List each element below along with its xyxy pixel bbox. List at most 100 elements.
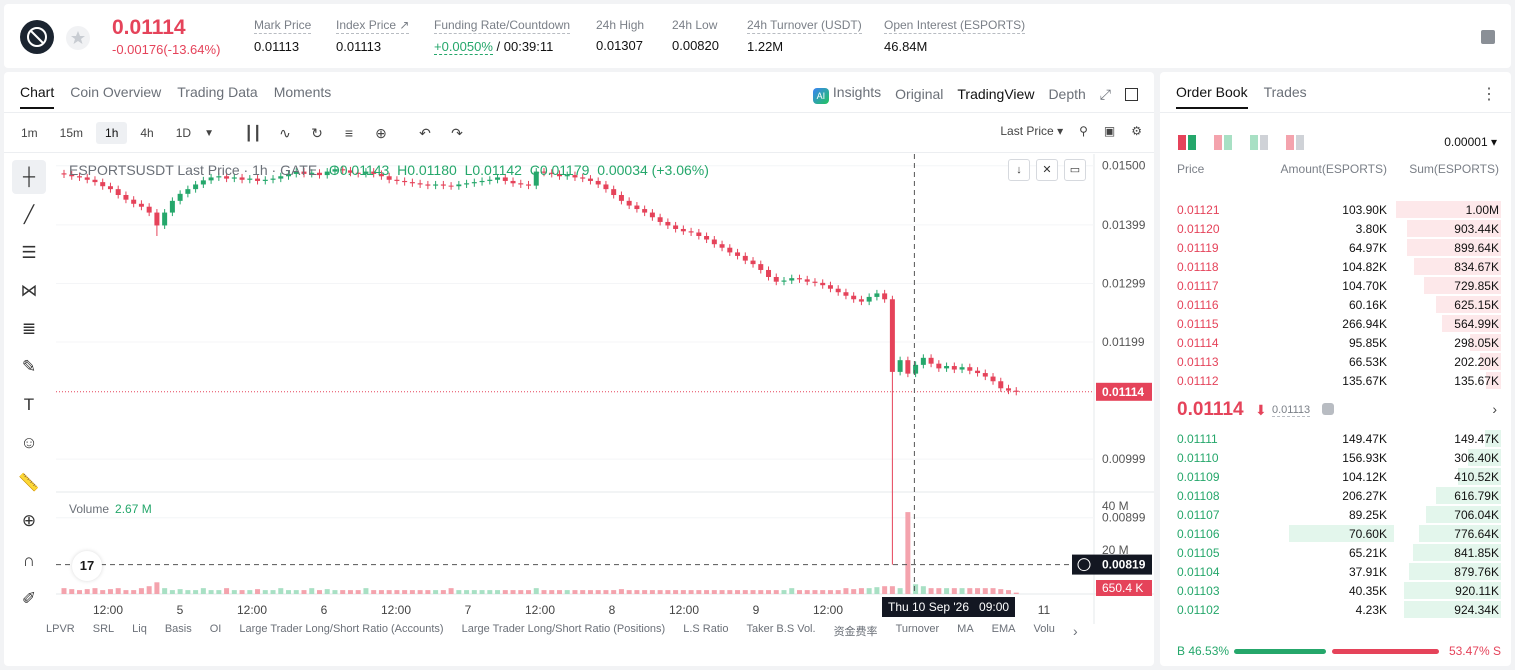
stat-open-interest[interactable]: Open Interest (ESPORTS) 46.84M: [884, 18, 1026, 54]
emoji-icon[interactable]: ☺: [12, 426, 46, 460]
stat-24h-turnover[interactable]: 24h Turnover (USDT) 1.22M: [747, 18, 862, 54]
ask-row[interactable]: 0.01121 103.90K 1.00M: [1160, 200, 1511, 219]
expand-icon[interactable]: ⤢: [1100, 86, 1111, 103]
precision-select[interactable]: 0.00001 ▾: [1444, 135, 1497, 149]
book-icon[interactable]: [1481, 30, 1495, 44]
view-tradingview[interactable]: TradingView: [957, 86, 1034, 102]
text-icon[interactable]: T: [12, 388, 46, 422]
interval-4h[interactable]: 4h: [131, 122, 162, 144]
indicator-item[interactable]: L.S Ratio: [683, 623, 728, 639]
bid-row[interactable]: 0.01107 89.25K 706.04K: [1160, 505, 1511, 524]
indicator-item[interactable]: SRL: [93, 623, 114, 639]
collapse-icon[interactable]: ✕: [1036, 159, 1058, 181]
search-icon[interactable]: ⚲: [1079, 124, 1088, 138]
camera-icon[interactable]: ▣: [1104, 124, 1115, 138]
stat-mark-price[interactable]: Mark Price 0.01113: [254, 18, 312, 54]
brush-icon[interactable]: ✎: [12, 350, 46, 384]
indicator-item[interactable]: Liq: [132, 623, 147, 639]
ruler-icon[interactable]: 📏: [12, 466, 46, 500]
row-amount: 37.91K: [1348, 565, 1387, 579]
chevron-right-icon[interactable]: ›: [1073, 623, 1078, 639]
gear-icon[interactable]: ⚙: [1131, 124, 1142, 138]
replay-icon[interactable]: ↻: [308, 124, 326, 142]
templates-icon[interactable]: ≡: [340, 124, 358, 142]
indicator-item[interactable]: Volu: [1034, 623, 1055, 639]
favorite-star-icon[interactable]: [66, 26, 90, 50]
tab-trades[interactable]: Trades: [1264, 84, 1307, 109]
bid-row[interactable]: 0.01110 156.93K 306.40K: [1160, 448, 1511, 467]
price-chart[interactable]: 0.01500 0.01399 0.01299 0.01199 0.00999 0.008…: [56, 154, 1154, 624]
ask-row[interactable]: 0.01115 266.94K 564.99K: [1160, 314, 1511, 333]
bid-row[interactable]: 0.01109 104.12K 410.52K: [1160, 467, 1511, 486]
interval-1m[interactable]: 1m: [12, 122, 47, 144]
candle-body: [758, 264, 764, 270]
trendline-icon[interactable]: ╱: [12, 198, 46, 232]
tradingview-logo-icon[interactable]: 17: [72, 551, 102, 581]
arrow-down-icon[interactable]: ↓: [1008, 159, 1030, 181]
ask-row[interactable]: 0.01113 66.53K 202.20K: [1160, 352, 1511, 371]
indicator-item[interactable]: EMA: [992, 623, 1016, 639]
indicators-icon[interactable]: ∿: [276, 124, 294, 142]
indicator-item[interactable]: OI: [210, 623, 222, 639]
indicator-item[interactable]: Basis: [165, 623, 192, 639]
interval-1d[interactable]: 1D: [167, 122, 200, 144]
view-original[interactable]: Original: [895, 86, 943, 102]
tab-trading-data[interactable]: Trading Data: [177, 84, 257, 109]
ask-row[interactable]: 0.01114 95.85K 298.05K: [1160, 333, 1511, 352]
ask-row[interactable]: 0.01117 104.70K 729.85K: [1160, 276, 1511, 295]
both-sides-icon[interactable]: [1178, 135, 1196, 150]
tab-chart[interactable]: Chart: [20, 84, 55, 109]
split-icon[interactable]: [1214, 135, 1232, 150]
indicator-item[interactable]: Large Trader Long/Short Ratio (Positions…: [462, 623, 666, 639]
settings-box-icon[interactable]: ▭: [1064, 159, 1086, 181]
window-icon[interactable]: [1125, 87, 1138, 101]
candle-type-icon[interactable]: ┃┃: [244, 124, 262, 142]
add-alert-icon[interactable]: ⊕: [372, 124, 390, 142]
indicator-item[interactable]: Turnover: [896, 623, 940, 639]
price-type-select[interactable]: Last Price ▾: [1000, 124, 1063, 138]
more-icon[interactable]: ⋮: [1481, 84, 1497, 104]
bid-row[interactable]: 0.01102 4.23K 924.34K: [1160, 600, 1511, 619]
last-price: 0.01114: [112, 16, 186, 39]
channel-icon[interactable]: ☰: [12, 236, 46, 270]
ask-row[interactable]: 0.01112 135.67K 135.67K: [1160, 371, 1511, 390]
candle-body: [464, 183, 470, 185]
pattern-icon[interactable]: ⋈: [12, 274, 46, 308]
ask-row[interactable]: 0.01120 3.80K 903.44K: [1160, 219, 1511, 238]
chevron-down-icon[interactable]: ▼: [204, 128, 214, 139]
fib-icon[interactable]: ≣: [12, 312, 46, 346]
tab-order-book[interactable]: Order Book: [1176, 84, 1248, 109]
tab-coin-overview[interactable]: Coin Overview: [70, 84, 161, 109]
interval-15m[interactable]: 15m: [51, 122, 92, 144]
bid-row[interactable]: 0.01104 37.91K 879.76K: [1160, 562, 1511, 581]
indicator-item[interactable]: LPVR: [46, 623, 75, 639]
tab-moments[interactable]: Moments: [274, 84, 332, 109]
ask-row[interactable]: 0.01118 104.82K 834.67K: [1160, 257, 1511, 276]
ask-row[interactable]: 0.01116 60.16K 625.15K: [1160, 295, 1511, 314]
view-depth[interactable]: Depth: [1048, 86, 1085, 102]
indicator-item[interactable]: 资金费率: [834, 623, 878, 639]
bid-row[interactable]: 0.01106 70.60K 776.64K: [1160, 524, 1511, 543]
bid-row[interactable]: 0.01108 206.27K 616.79K: [1160, 486, 1511, 505]
bids-only-icon[interactable]: [1250, 135, 1268, 150]
insights-button[interactable]: AI Insights: [812, 84, 881, 104]
stat-index-price[interactable]: Index Price ↗ 0.01113: [336, 18, 410, 54]
undo-icon[interactable]: ↶: [416, 124, 434, 142]
chevron-right-icon[interactable]: ›: [1492, 401, 1497, 417]
pencil-icon[interactable]: ✐: [12, 582, 46, 616]
redo-icon[interactable]: ↷: [448, 124, 466, 142]
asks-only-icon[interactable]: [1286, 135, 1304, 150]
crosshair-icon[interactable]: ┼: [12, 160, 46, 194]
interval-1h[interactable]: 1h: [96, 122, 128, 144]
indicator-item[interactable]: Large Trader Long/Short Ratio (Accounts): [239, 623, 443, 639]
bid-row[interactable]: 0.01103 40.35K 920.11K: [1160, 581, 1511, 600]
bid-row[interactable]: 0.01111 149.47K 149.47K: [1160, 429, 1511, 448]
ask-row[interactable]: 0.01119 64.97K 899.64K: [1160, 238, 1511, 257]
zoom-in-icon[interactable]: ⊕: [12, 504, 46, 538]
bid-row[interactable]: 0.01105 65.21K 841.85K: [1160, 543, 1511, 562]
stat-funding-rate[interactable]: Funding Rate/Countdown +0.0050% / 00:39:…: [434, 18, 571, 55]
magnet-icon[interactable]: ∩: [12, 544, 46, 578]
indicator-item[interactable]: MA: [957, 623, 974, 639]
candle-body: [696, 232, 702, 236]
indicator-item[interactable]: Taker B.S Vol.: [746, 623, 815, 639]
